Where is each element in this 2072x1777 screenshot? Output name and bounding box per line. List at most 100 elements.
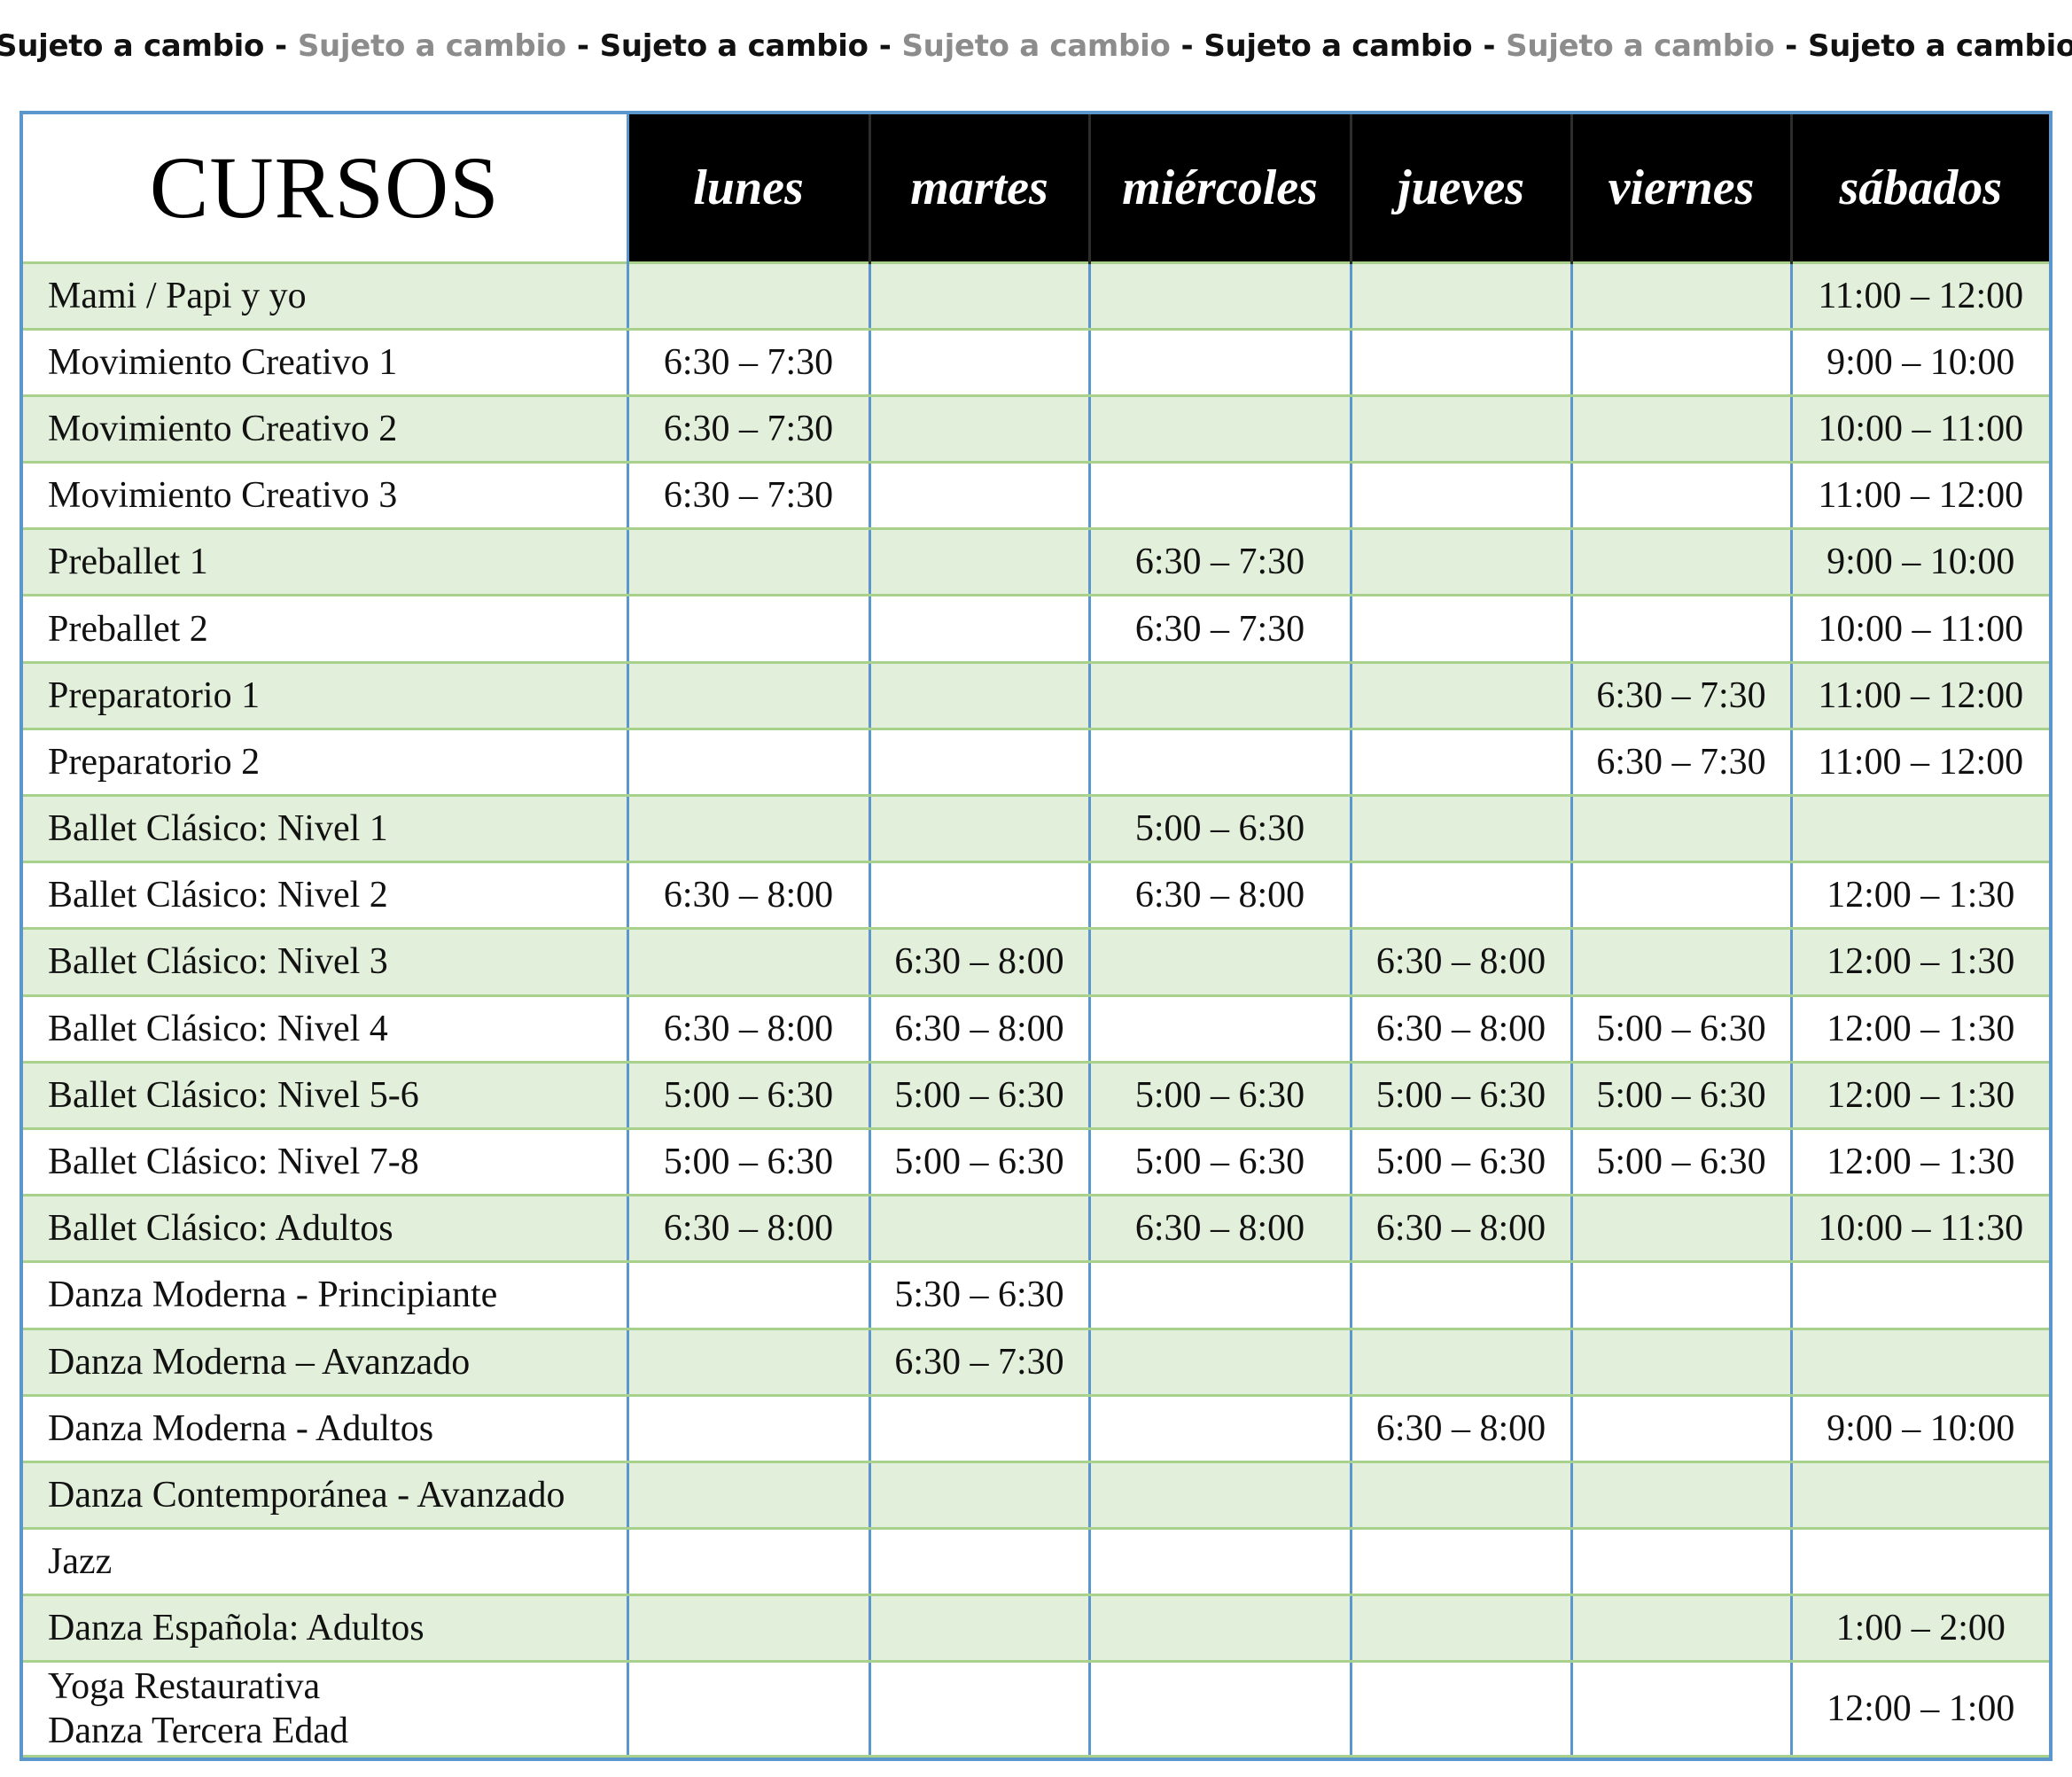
time-cell: 6:30 – 8:00 bbox=[868, 994, 1089, 1064]
banner-separator: - bbox=[878, 28, 892, 64]
course-name: Danza Moderna - Principiante bbox=[23, 1260, 627, 1330]
banner-text: Sujeto a cambio bbox=[0, 28, 265, 64]
subject-to-change-banner: Sujeto a cambio - Sujeto a cambio - Suje… bbox=[0, 19, 2072, 73]
banner-separator: - bbox=[576, 28, 589, 64]
table-row: Preparatorio 2 6:30 – 7:30 11:00 – 12:00 bbox=[23, 727, 2049, 798]
course-name: Ballet Clásico: Nivel 3 bbox=[23, 927, 627, 997]
time-cell bbox=[1349, 1260, 1571, 1330]
time-cell bbox=[868, 660, 1089, 730]
time-cell: 5:00 – 6:30 bbox=[1087, 1126, 1351, 1197]
time-cell: 12:00 – 1:30 bbox=[1789, 1126, 2049, 1197]
course-name: Danza Moderna – Avanzado bbox=[23, 1327, 627, 1397]
time-cell bbox=[1087, 327, 1351, 397]
time-cell bbox=[1349, 793, 1571, 864]
time-cell bbox=[1570, 1260, 1791, 1330]
time-cell bbox=[1570, 1393, 1791, 1463]
time-cell: 5:00 – 6:30 bbox=[626, 1060, 869, 1130]
course-name-line: Yoga Restaurativa bbox=[48, 1666, 321, 1708]
time-cell: 1:00 – 2:00 bbox=[1789, 1594, 2049, 1664]
table-row: Danza Española: Adultos 1:00 – 2:00 bbox=[23, 1594, 2049, 1664]
banner-text: Sujeto a cambio bbox=[1807, 28, 2072, 64]
time-cell: 6:30 – 7:30 bbox=[868, 1327, 1089, 1397]
time-cell bbox=[1087, 1594, 1351, 1664]
time-cell: 10:00 – 11:00 bbox=[1789, 394, 2049, 464]
time-cell bbox=[1570, 1594, 1791, 1664]
course-name: Preparatorio 1 bbox=[23, 660, 627, 730]
time-cell bbox=[1570, 927, 1791, 997]
day-header-jueves: jueves bbox=[1349, 114, 1571, 262]
table-row: Danza Contemporánea - Avanzado bbox=[23, 1460, 2049, 1531]
time-cell: 11:00 – 12:00 bbox=[1789, 660, 2049, 730]
time-cell bbox=[1570, 1327, 1791, 1397]
table-row: Preballet 2 6:30 – 7:30 10:00 – 11:00 bbox=[23, 594, 2049, 664]
course-name: Preballet 1 bbox=[23, 527, 627, 597]
time-cell bbox=[1349, 1594, 1571, 1664]
time-cell: 5:00 – 6:30 bbox=[868, 1126, 1089, 1197]
time-cell: 6:30 – 7:30 bbox=[1087, 594, 1351, 664]
time-cell bbox=[1349, 527, 1571, 597]
time-cell bbox=[1087, 1393, 1351, 1463]
table-row: Jazz bbox=[23, 1527, 2049, 1597]
time-cell bbox=[626, 1660, 869, 1758]
time-cell: 6:30 – 7:30 bbox=[626, 327, 869, 397]
time-cell bbox=[1087, 461, 1351, 531]
course-name: Movimiento Creativo 2 bbox=[23, 394, 627, 464]
time-cell bbox=[1570, 261, 1791, 331]
banner-separator: - bbox=[275, 28, 287, 64]
table-row: Ballet Clásico: Nivel 3 6:30 – 8:00 6:30 –… bbox=[23, 927, 2049, 997]
time-cell: 5:00 – 6:30 bbox=[1349, 1060, 1571, 1130]
banner-text: Sujeto a cambio bbox=[599, 28, 869, 64]
table-row: Danza Moderna - Principiante 5:30 – 6:30 bbox=[23, 1260, 2049, 1330]
course-name: Danza Española: Adultos bbox=[23, 1594, 627, 1664]
course-name: Ballet Clásico: Adultos bbox=[23, 1194, 627, 1264]
time-cell bbox=[868, 394, 1089, 464]
time-cell: 6:30 – 7:30 bbox=[626, 394, 869, 464]
time-cell: 6:30 – 8:00 bbox=[868, 927, 1089, 997]
time-cell bbox=[626, 1594, 869, 1664]
time-cell: 5:00 – 6:30 bbox=[1087, 793, 1351, 864]
course-name: Preballet 2 bbox=[23, 594, 627, 664]
course-name: Yoga Restaurativa Danza Tercera Edad bbox=[23, 1660, 627, 1758]
time-cell bbox=[868, 527, 1089, 597]
time-cell: 6:30 – 7:30 bbox=[1570, 660, 1791, 730]
time-cell: 12:00 – 1:30 bbox=[1789, 861, 2049, 931]
time-cell bbox=[1570, 594, 1791, 664]
time-cell bbox=[626, 527, 869, 597]
time-cell: 5:00 – 6:30 bbox=[1087, 1060, 1351, 1130]
table-row: Ballet Clásico: Nivel 7-8 5:00 – 6:30 5:00… bbox=[23, 1126, 2049, 1197]
banner-separator: - bbox=[1483, 28, 1496, 64]
cursos-heading: CURSOS bbox=[23, 114, 629, 262]
course-name: Ballet Clásico: Nivel 4 bbox=[23, 994, 627, 1064]
time-cell: 6:30 – 8:00 bbox=[1349, 994, 1571, 1064]
table-row: Danza Moderna – Avanzado 6:30 – 7:30 bbox=[23, 1327, 2049, 1397]
time-cell bbox=[626, 927, 869, 997]
table-row: Danza Moderna - Adultos 6:30 – 8:00 9:00 –… bbox=[23, 1393, 2049, 1463]
day-header-viernes: viernes bbox=[1570, 114, 1791, 262]
time-cell bbox=[1349, 1460, 1571, 1531]
time-cell: 9:00 – 10:00 bbox=[1789, 327, 2049, 397]
time-cell bbox=[868, 1393, 1089, 1463]
time-cell: 5:00 – 6:30 bbox=[626, 1126, 869, 1197]
time-cell bbox=[1570, 394, 1791, 464]
time-cell bbox=[626, 594, 869, 664]
course-name: Preparatorio 2 bbox=[23, 727, 627, 798]
day-header-lunes: lunes bbox=[626, 114, 869, 262]
time-cell bbox=[868, 594, 1089, 664]
time-cell: 11:00 – 12:00 bbox=[1789, 261, 2049, 331]
time-cell: 6:30 – 8:00 bbox=[1087, 861, 1351, 931]
time-cell: 11:00 – 12:00 bbox=[1789, 461, 2049, 531]
time-cell bbox=[626, 727, 869, 798]
time-cell bbox=[868, 461, 1089, 531]
banner-text: Sujeto a cambio bbox=[1203, 28, 1473, 64]
time-cell: 6:30 – 7:30 bbox=[1570, 727, 1791, 798]
time-cell: 12:00 – 1:30 bbox=[1789, 927, 2049, 997]
time-cell bbox=[1349, 261, 1571, 331]
table-row: Ballet Clásico: Nivel 4 6:30 – 8:00 6:30 –… bbox=[23, 994, 2049, 1064]
time-cell bbox=[1570, 1194, 1791, 1264]
course-name: Danza Moderna - Adultos bbox=[23, 1393, 627, 1463]
time-cell bbox=[1349, 1327, 1571, 1397]
time-cell bbox=[1087, 1527, 1351, 1597]
time-cell: 6:30 – 8:00 bbox=[1349, 1393, 1571, 1463]
day-header-miercoles: miércoles bbox=[1087, 114, 1351, 262]
time-cell bbox=[1087, 994, 1351, 1064]
